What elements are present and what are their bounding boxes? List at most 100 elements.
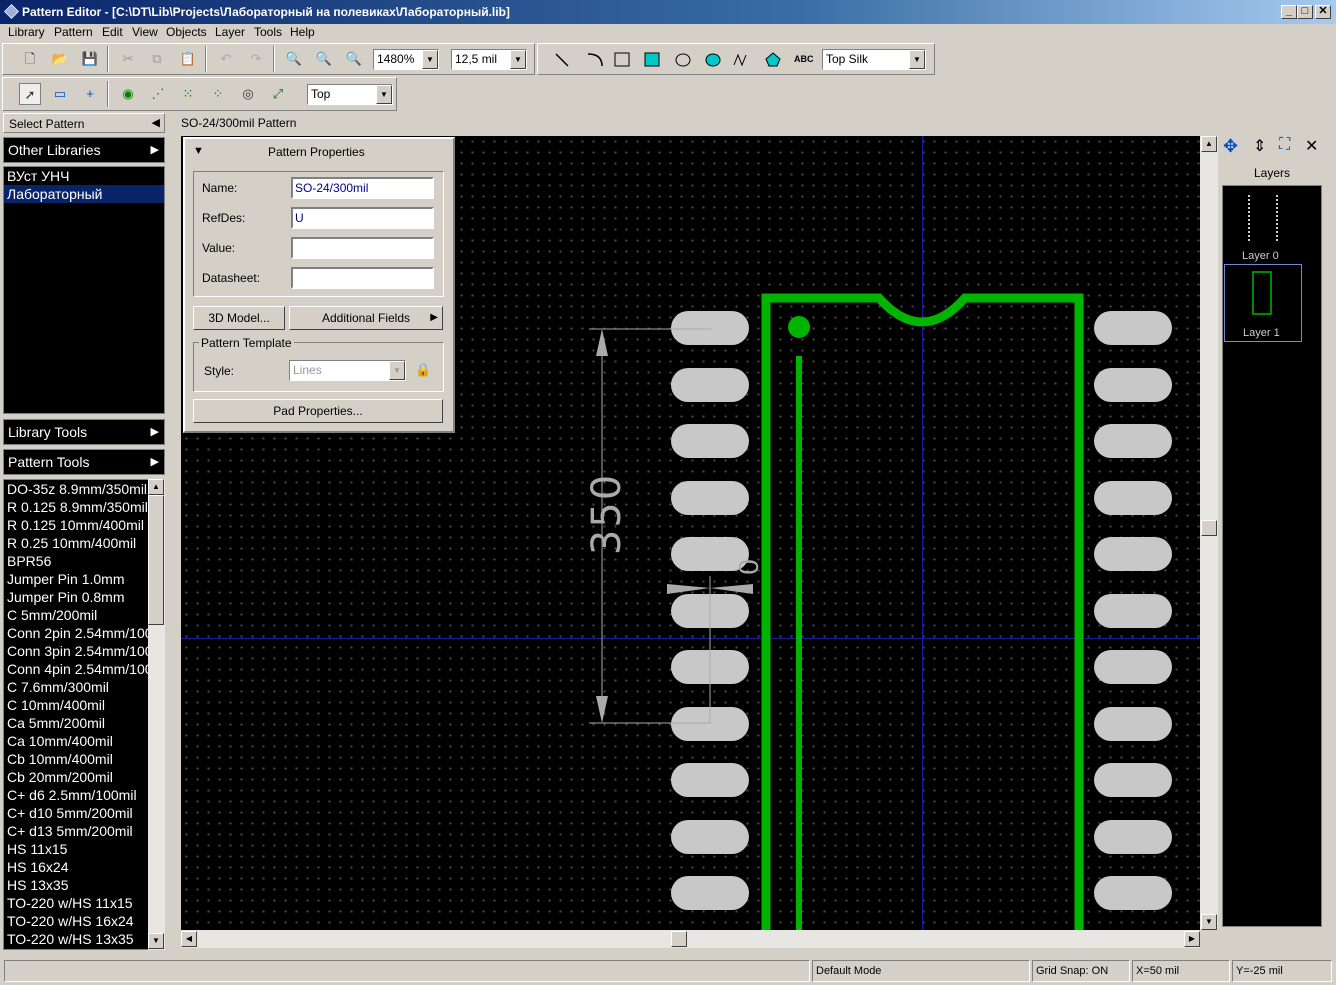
cut-icon[interactable]: ✂ <box>117 48 139 70</box>
style-combo[interactable]: Lines ▼ <box>289 360 406 381</box>
pattern-list-item[interactable]: C+ d6 2.5mm/100mil <box>4 786 148 804</box>
pad-icon[interactable]: ◉ <box>117 83 139 105</box>
open-icon[interactable]: 📂 <box>49 48 71 70</box>
undo-icon[interactable]: ↶ <box>215 48 237 70</box>
pattern-list-item[interactable]: BPR56 <box>4 552 148 570</box>
measure-icon[interactable]: ▭ <box>49 83 71 105</box>
additional-fields-button[interactable]: Additional Fields ▶ <box>289 306 443 330</box>
layer-combo[interactable]: Top Silk ▼ <box>822 49 926 70</box>
menu-objects[interactable]: Objects <box>166 25 207 39</box>
scroll-down-icon[interactable]: ▼ <box>148 933 164 949</box>
pattern-list-item[interactable]: Cb 20mm/200mil <box>4 768 148 786</box>
up-down-icon[interactable]: ⇕ <box>1253 136 1266 156</box>
scroll-up-icon[interactable]: ▲ <box>148 479 164 495</box>
scroll-right-icon[interactable]: ▶ <box>1184 931 1200 947</box>
pad-properties-button[interactable]: Pad Properties... <box>193 399 443 423</box>
pointer-icon[interactable]: ➚ <box>19 83 41 105</box>
menu-library[interactable]: Library <box>8 25 45 39</box>
pattern-list-item[interactable]: HS 16x24 <box>4 858 148 876</box>
scroll-up-icon[interactable]: ▲ <box>1201 136 1217 152</box>
menu-layer[interactable]: Layer <box>215 25 245 39</box>
pattern-list-item[interactable]: C+ d10 5mm/200mil <box>4 804 148 822</box>
chevron-down-icon[interactable]: ▼ <box>389 361 405 380</box>
pattern-list-item[interactable]: Conn 4pin 2.54mm/100mil <box>4 660 148 678</box>
zoom-out-icon[interactable]: 🔍 <box>313 48 335 70</box>
chevron-down-icon[interactable]: ▼ <box>376 85 392 104</box>
other-libraries-header[interactable]: Other Libraries ▶ <box>3 137 165 163</box>
close-button[interactable]: ✕ <box>1315 5 1331 19</box>
datasheet-field[interactable] <box>291 267 434 289</box>
expand-icon[interactable]: ▶ <box>151 455 159 468</box>
list-item[interactable]: ВУст УНЧ <box>4 167 164 185</box>
menu-tools[interactable]: Tools <box>254 25 282 39</box>
dimension-icon[interactable]: ⤢ <box>267 83 289 105</box>
pattern-list-item[interactable]: Jumper Pin 0.8mm <box>4 588 148 606</box>
canvas-vscroll[interactable]: ▲ ▼ <box>1200 136 1218 930</box>
pattern-list-item[interactable]: Conn 3pin 2.54mm/100mil <box>4 642 148 660</box>
zoom-in-icon[interactable]: 🔍 <box>283 48 305 70</box>
value-field[interactable] <box>291 237 434 259</box>
menu-view[interactable]: View <box>132 25 158 39</box>
redo-icon[interactable]: ↷ <box>245 48 267 70</box>
pattern-list-item[interactable]: R 0.125 8.9mm/350mil <box>4 498 148 516</box>
list-item-selected[interactable]: Лабораторный <box>4 185 164 203</box>
close-icon[interactable]: ✕ <box>1305 136 1318 156</box>
3d-model-button[interactable]: 3D Model... <box>193 306 285 330</box>
chevron-down-icon[interactable]: ▼ <box>510 50 526 69</box>
pattern-list-item[interactable]: C+ d13 5mm/200mil <box>4 822 148 840</box>
pattern-list-item[interactable]: HS 13x35 <box>4 876 148 894</box>
collapse-triangle-icon[interactable]: ▼ <box>193 145 204 157</box>
select-pattern-header[interactable]: Select Pattern ◀ <box>3 113 165 133</box>
scroll-down-icon[interactable]: ▼ <box>1201 914 1217 930</box>
copy-icon[interactable]: ⧉ <box>146 48 168 70</box>
expand-icon[interactable]: ▶ <box>151 143 159 156</box>
scroll-thumb[interactable] <box>148 495 164 625</box>
name-field[interactable]: SO-24/300mil <box>291 177 434 199</box>
chevron-down-icon[interactable]: ▼ <box>909 50 925 69</box>
lock-icon[interactable]: 🔒 <box>415 362 431 378</box>
menu-help[interactable]: Help <box>290 25 315 39</box>
pattern-list-item[interactable]: TO-220 w/HS 11x15 <box>4 894 148 912</box>
origin-icon[interactable]: + <box>79 83 101 105</box>
scroll-left-icon[interactable]: ◀ <box>181 931 197 947</box>
chevron-down-icon[interactable]: ▼ <box>422 50 438 69</box>
layers-list[interactable]: Layer 0 Layer 1 <box>1222 185 1322 927</box>
expand-icon[interactable]: ▶ <box>151 425 159 438</box>
pattern-list-item[interactable]: TO-220 w/HS 16x24 <box>4 912 148 930</box>
pad-circle-icon[interactable]: ⁘ <box>207 83 229 105</box>
pattern-list[interactable]: DO-35z 8.9mm/350mil R 0.125 8.9mm/350mil R… <box>3 479 149 950</box>
hole-icon[interactable]: ◎ <box>237 83 259 105</box>
library-tools-header[interactable]: Library Tools ▶ <box>3 419 165 445</box>
menu-pattern[interactable]: Pattern <box>54 25 93 39</box>
move-icon[interactable]: ✥ <box>1223 136 1238 157</box>
scroll-thumb[interactable] <box>1201 520 1217 536</box>
pattern-list-item[interactable]: DO-35z 8.9mm/350mil <box>4 480 148 498</box>
pattern-tools-header[interactable]: Pattern Tools ▶ <box>3 449 165 475</box>
fit-icon[interactable]: ⛶ <box>1279 136 1290 154</box>
save-icon[interactable]: 💾 <box>79 48 101 70</box>
canvas-hscroll[interactable]: ◀ ▶ <box>181 930 1200 948</box>
scroll-thumb[interactable] <box>671 931 687 947</box>
paste-icon[interactable]: 📋 <box>177 48 199 70</box>
collapse-icon[interactable]: ◀ <box>152 116 160 129</box>
pattern-list-item[interactable]: Cb 10mm/400mil <box>4 750 148 768</box>
pad-line-icon[interactable]: ⋰ <box>147 83 169 105</box>
pattern-list-item[interactable]: HS 11x15 <box>4 840 148 858</box>
pattern-list-item[interactable]: R 0.125 10mm/400mil <box>4 516 148 534</box>
text-tool-icon[interactable]: ABC <box>794 54 814 64</box>
new-icon[interactable]: 🗋 <box>19 48 41 70</box>
layer-1-item[interactable]: Layer 1 <box>1224 264 1302 342</box>
minimize-button[interactable]: _ <box>1281 5 1297 19</box>
menu-edit[interactable]: Edit <box>102 25 123 39</box>
pattern-list-item[interactable]: C 5mm/200mil <box>4 606 148 624</box>
library-list[interactable]: ВУст УНЧ Лабораторный <box>3 166 165 414</box>
pattern-list-item[interactable]: TO-220 w/HS 13x35 <box>4 930 148 948</box>
pattern-list-item[interactable]: R 0.25 10mm/400mil <box>4 534 148 552</box>
pattern-list-item[interactable]: C 7.6mm/300mil <box>4 678 148 696</box>
refdes-field[interactable]: U <box>291 207 434 229</box>
pad-array-icon[interactable]: ⁙ <box>177 83 199 105</box>
pattern-list-item[interactable]: Conn 2pin 2.54mm/100mil <box>4 624 148 642</box>
layer-0-item[interactable]: Layer 0 <box>1224 188 1300 262</box>
grid-combo[interactable]: 12,5 mil ▼ <box>451 49 527 70</box>
pattern-list-item[interactable]: Ca 5mm/200mil <box>4 714 148 732</box>
